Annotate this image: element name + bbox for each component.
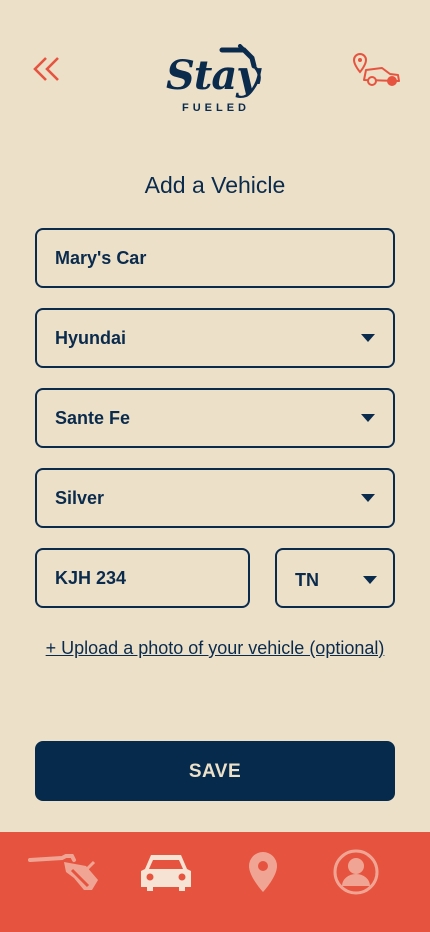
plate-state-value: TN — [295, 570, 319, 590]
dropdown-arrow-icon — [361, 414, 375, 422]
dropdown-arrow-icon — [363, 576, 377, 584]
tab-locations[interactable] — [218, 832, 308, 912]
fuel-nozzle-logo-icon — [219, 44, 261, 84]
vehicle-make-value: Hyundai — [55, 328, 127, 348]
tab-vehicles[interactable] — [121, 832, 211, 912]
logo-subtitle: FUELED — [182, 102, 250, 114]
vehicle-color-value: Silver — [55, 488, 105, 508]
tab-fuel[interactable] — [20, 832, 110, 912]
dropdown-arrow-icon — [361, 494, 375, 502]
license-plate-value: KJH 234 — [55, 568, 127, 588]
page-title: Add a Vehicle — [144, 172, 286, 198]
fuel-nozzle-icon — [28, 854, 98, 890]
vehicle-model-select[interactable]: Sante Fe — [35, 388, 395, 448]
car-icon — [141, 855, 191, 891]
profile-icon — [333, 849, 379, 895]
save-button[interactable]: SAVE — [35, 741, 395, 801]
vehicle-color-select[interactable]: Silver — [35, 468, 395, 528]
back-button[interactable] — [30, 52, 66, 88]
license-plate-input[interactable]: KJH 234 — [35, 548, 250, 608]
vehicle-make-select[interactable]: Hyundai — [35, 308, 395, 368]
app-logo: Stay FUELED — [160, 44, 272, 124]
bottom-tab-bar — [0, 832, 430, 932]
car-location-icon — [352, 52, 400, 86]
upload-photo-link[interactable]: + Upload a photo of your vehicle (option… — [0, 638, 430, 659]
tab-profile[interactable] — [311, 832, 401, 912]
vehicle-nickname-value: Mary's Car — [55, 248, 147, 268]
car-location-button[interactable] — [352, 52, 402, 90]
dropdown-arrow-icon — [361, 334, 375, 342]
location-pin-icon — [249, 852, 277, 892]
double-chevron-left-icon — [33, 57, 59, 81]
vehicle-nickname-input[interactable]: Mary's Car — [35, 228, 395, 288]
vehicle-model-value: Sante Fe — [55, 408, 131, 428]
plate-state-select[interactable]: TN — [275, 548, 395, 608]
